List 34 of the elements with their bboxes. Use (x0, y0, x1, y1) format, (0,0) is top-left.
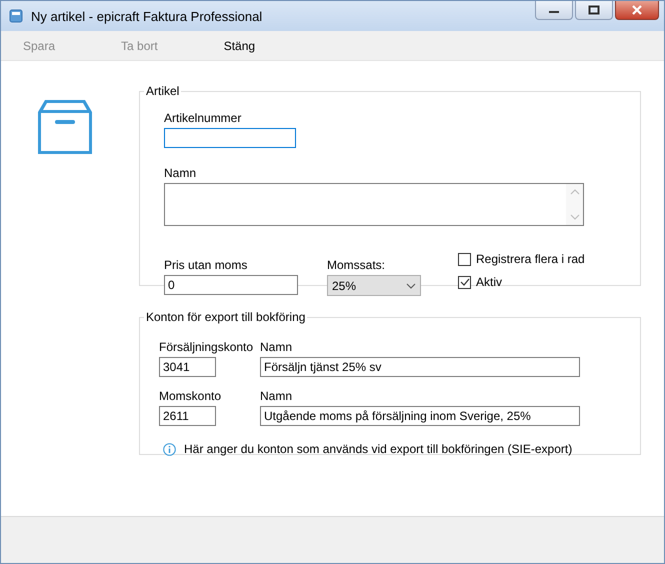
info-text: Här anger du konton som används vid export till bokföringen (SIE-export) (184, 442, 572, 456)
maximize-icon (588, 5, 600, 15)
group-title: Konton för export till bokföring (145, 310, 306, 324)
window-icon (9, 9, 23, 23)
close-button[interactable] (615, 1, 659, 20)
price-field[interactable]: 0 (164, 275, 298, 295)
checkbox[interactable] (458, 252, 471, 266)
checkbox-label: Registrera flera i rad (476, 252, 585, 266)
chevron-down-icon (406, 282, 416, 288)
name-field[interactable] (164, 183, 584, 226)
maximize-button[interactable] (575, 1, 613, 20)
field-label: Namn (260, 389, 294, 403)
field-label: Namn (164, 166, 198, 180)
toolbar-button[interactable]: Stäng (216, 38, 264, 52)
account-name-field[interactable]: Försäljn tjänst 25% sv (260, 357, 580, 377)
field-label: Försäljningskonto (159, 340, 254, 354)
minimize-button[interactable] (535, 1, 573, 20)
field-label: Artikelnummer (164, 111, 242, 125)
field-label: Pris utan moms (164, 258, 248, 272)
article-number-field[interactable] (164, 128, 296, 148)
info-icon (163, 442, 176, 456)
field-label: Momskonto (159, 389, 222, 403)
box-icon (37, 98, 93, 154)
window-title: Ny artikel - epicraft Faktura Professional (31, 8, 264, 24)
field-label: Momssats: (327, 258, 386, 272)
checkbox-label: Aktiv (476, 275, 502, 289)
close-icon (631, 5, 643, 15)
checkbox[interactable] (458, 276, 471, 288)
account-name-field[interactable]: Utgående moms på försäljning inom Sverige, 25% (260, 406, 580, 426)
account-field[interactable]: 3041 (159, 357, 216, 377)
group-title: Artikel (145, 84, 180, 98)
account-field[interactable]: 2611 (159, 406, 216, 426)
field-label: Namn (260, 340, 294, 354)
vat-dropdown[interactable]: 25% (327, 275, 421, 296)
